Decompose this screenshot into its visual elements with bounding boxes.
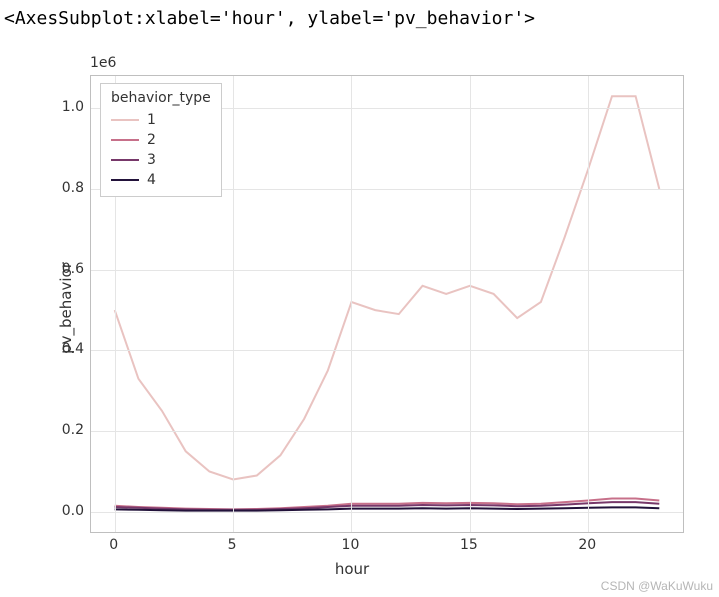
legend-swatch [111, 159, 139, 161]
legend-label: 1 [147, 112, 156, 128]
x-tick-label: 10 [342, 537, 360, 553]
y-tick-label: 1.0 [34, 99, 84, 115]
legend-label: 2 [147, 132, 156, 148]
legend-swatch [111, 119, 139, 121]
y-tick-label: 0.6 [34, 261, 84, 277]
x-tick-label: 5 [228, 537, 237, 553]
legend-swatch [111, 179, 139, 181]
x-tick-label: 0 [109, 537, 118, 553]
x-axis-label: hour [335, 560, 369, 578]
legend-row: 3 [111, 150, 211, 170]
figure: 1e6 behavior_type 1234 pv_behavior hour … [2, 35, 702, 580]
legend-title: behavior_type [111, 90, 211, 106]
legend-label: 4 [147, 172, 156, 188]
gridline-v [588, 76, 589, 532]
legend-row: 1 [111, 110, 211, 130]
x-tick-label: 20 [578, 537, 596, 553]
legend-row: 2 [111, 130, 211, 150]
legend-label: 3 [147, 152, 156, 168]
gridline-v [351, 76, 352, 532]
legend-box: behavior_type 1 2 3 4 [100, 83, 222, 197]
gridline-v [233, 76, 234, 532]
legend-row: 4 [111, 170, 211, 190]
gridline-h [91, 431, 683, 432]
x-tick-label: 15 [460, 537, 478, 553]
watermark-text: CSDN @WaKuWuku [601, 579, 713, 593]
legend-swatch [111, 139, 139, 141]
y-tick-label: 0.0 [34, 503, 84, 519]
gridline-v [470, 76, 471, 532]
gridline-h [91, 512, 683, 513]
gridline-h [91, 270, 683, 271]
y-axis-offset: 1e6 [90, 55, 116, 71]
axes-repr-text: <AxesSubplot:xlabel='hour', ylabel='pv_b… [0, 0, 719, 35]
y-tick-label: 0.8 [34, 180, 84, 196]
y-tick-label: 0.4 [34, 341, 84, 357]
y-tick-label: 0.2 [34, 422, 84, 438]
gridline-h [91, 350, 683, 351]
